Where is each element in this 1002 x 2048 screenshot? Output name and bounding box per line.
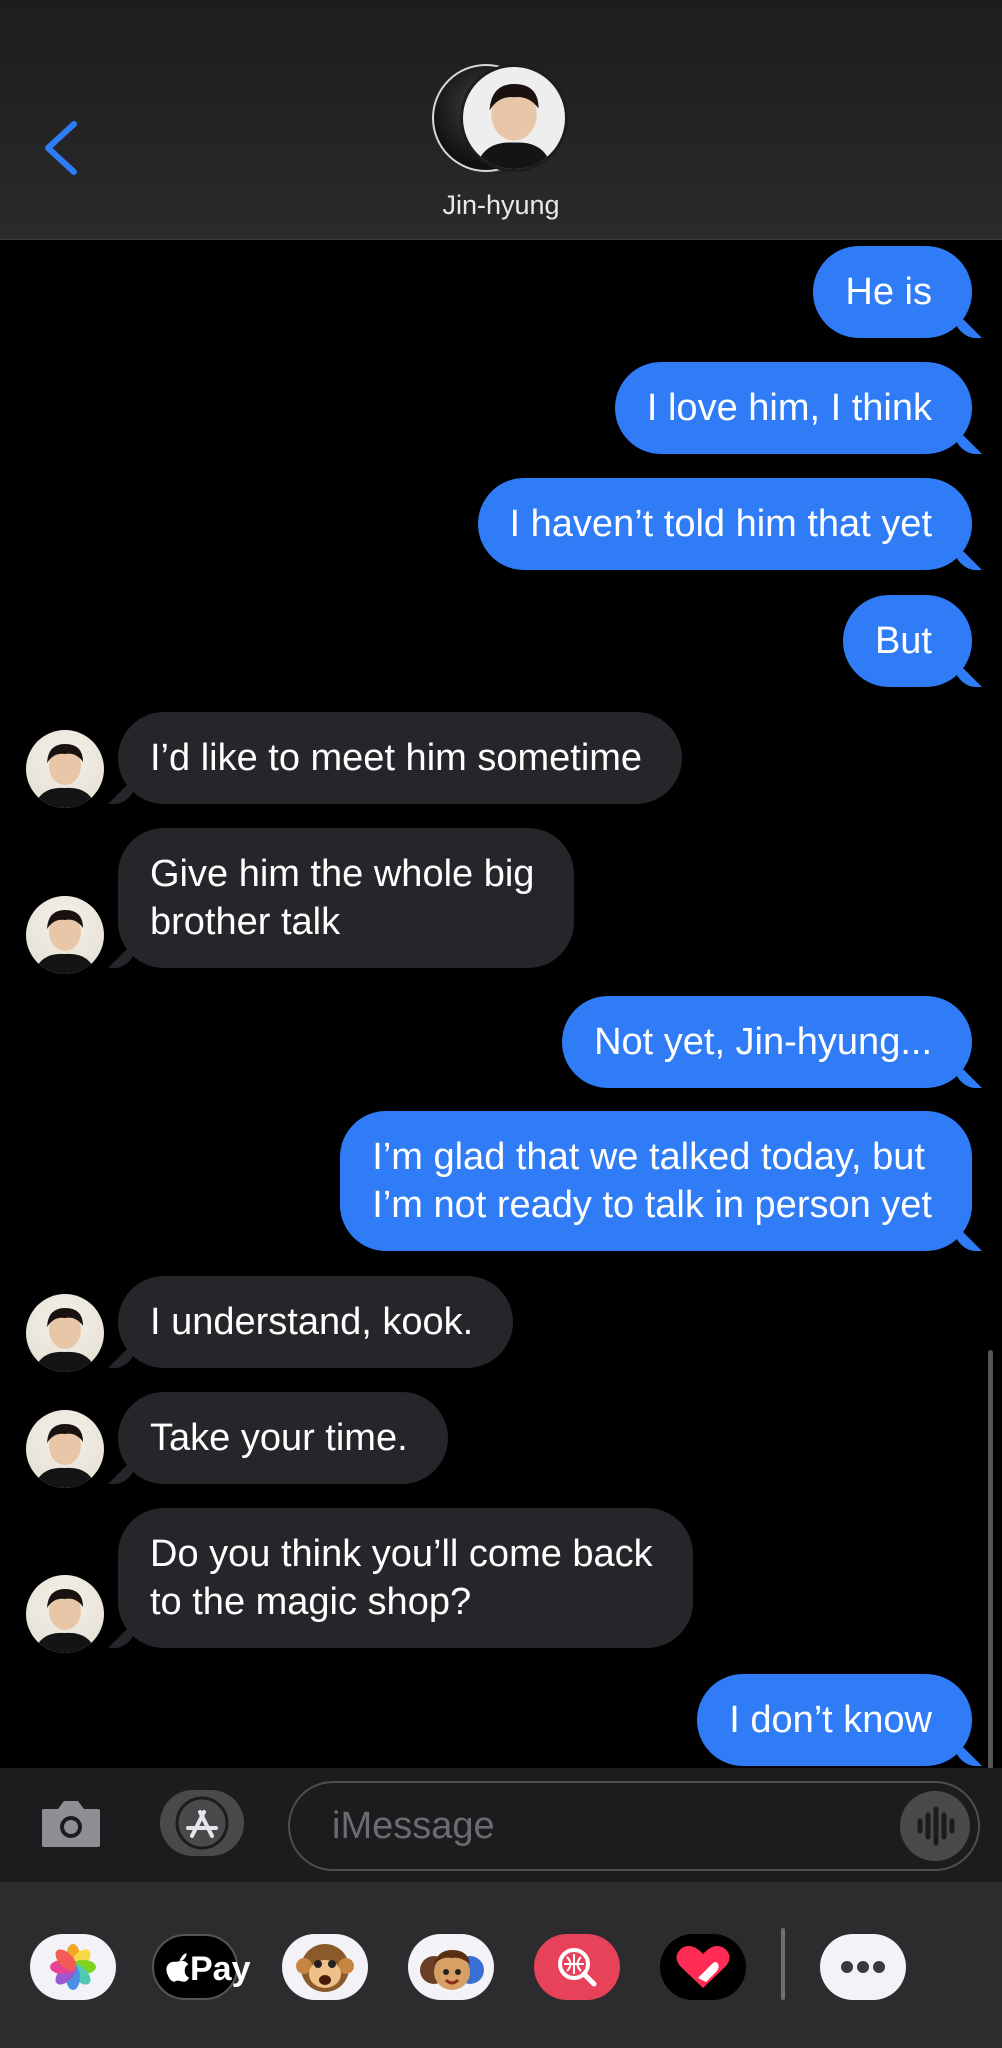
image-search-app-button[interactable] [534,1934,620,2000]
sender-avatar[interactable] [26,1294,104,1372]
sender-avatar[interactable] [26,1410,104,1488]
sent-message[interactable]: I love him, I think [614,362,972,454]
apple-pay-button[interactable]: Pay [152,1934,251,2000]
memoji-icon [420,1950,484,1990]
image-search-icon [558,1948,597,1987]
received-message[interactable]: I’d like to meet him sometime [118,712,683,804]
message-input-placeholder: iMessage [332,1805,495,1847]
digital-touch-icon [676,1946,730,1988]
more-icon [841,1961,885,1973]
sent-message[interactable]: I’m glad that we talked today, but I’m n… [340,1111,972,1251]
message-text: But [874,620,932,662]
sent-message[interactable]: I don’t know [697,1674,972,1766]
digital-touch-app-button[interactable] [660,1934,746,2000]
apple-logo-icon [166,1953,190,1982]
message-text-line: to the magic shop? [150,1581,472,1623]
message-text-line: I’m glad that we talked today, but [372,1136,925,1178]
message-text: I’d like to meet him sometime [150,737,643,779]
photos-app-button[interactable] [30,1934,116,2000]
apple-pay-label: Pay [190,1950,251,1988]
app-drawer: Pay [0,1882,1002,2048]
memoji-app-button[interactable] [408,1934,494,2000]
sender-avatar[interactable] [26,730,104,808]
sent-message[interactable]: Not yet, Jin-hyung... [562,996,972,1088]
back-chevron-icon[interactable] [40,118,84,178]
photos-icon [50,1944,96,1990]
sent-message[interactable]: I haven’t told him that yet [477,478,972,570]
camera-icon[interactable] [38,1793,104,1853]
conversation-header: Jin-hyung [0,0,1002,240]
audio-message-button[interactable] [900,1791,970,1861]
received-message[interactable]: Do you think you’ll come back to the mag… [118,1508,693,1648]
message-text-line: Do you think you’ll come back [150,1533,653,1575]
compose-bar: iMessage [0,1768,1002,1882]
message-text: He is [845,271,932,313]
drawer-divider [781,1928,785,2000]
received-message[interactable]: Take your time. [118,1392,448,1484]
animoji-icon [296,1944,354,1992]
scrollbar[interactable] [988,1350,993,1770]
waveform-icon [917,1806,955,1846]
message-text: I love him, I think [646,387,932,429]
received-message[interactable]: I understand, kook. [118,1276,514,1368]
app-store-button[interactable] [160,1790,244,1856]
message-input[interactable]: iMessage [288,1781,980,1871]
message-thread[interactable]: He is I love him, I think I haven’t told… [0,240,1002,1768]
animoji-app-button[interactable] [282,1934,368,2000]
message-text: Not yet, Jin-hyung... [594,1021,932,1063]
contact-avatar[interactable] [432,64,570,174]
message-text-line: I’m not ready to talk in person yet [372,1184,932,1226]
message-text: Take your time. [150,1417,408,1459]
sent-message[interactable]: He is [813,246,972,338]
more-apps-button[interactable] [820,1934,906,2000]
message-text: I haven’t told him that yet [509,503,932,545]
contact-name[interactable]: Jin-hyung [0,190,1002,221]
message-text: I understand, kook. [150,1301,474,1343]
received-message[interactable]: Give him the whole big brother talk [118,828,575,968]
app-store-icon [175,1796,229,1850]
sent-message[interactable]: But [842,595,972,687]
message-text-line: Give him the whole big [150,853,535,895]
sender-avatar[interactable] [26,1575,104,1653]
sender-avatar[interactable] [26,896,104,974]
avatar-primary [460,64,568,172]
message-text-line: brother talk [150,901,341,943]
message-text: I don’t know [729,1699,932,1741]
